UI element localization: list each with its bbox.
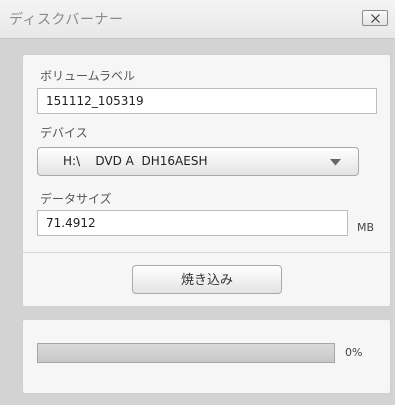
close-icon — [371, 14, 380, 23]
progress-bar — [37, 343, 335, 363]
volume-label-input[interactable] — [37, 88, 377, 114]
settings-panel: ボリュームラベル デバイス H:\ DVD A DH16AESH データサイズ … — [22, 54, 391, 307]
panel-divider — [23, 252, 390, 253]
window-title: ディスクバーナー — [9, 12, 124, 28]
device-select[interactable]: H:\ DVD A DH16AESH — [37, 147, 359, 176]
data-size-unit: MB — [357, 221, 375, 234]
progress-panel: 0% — [22, 319, 391, 394]
chevron-down-icon — [330, 159, 341, 166]
progress-percent: 0% — [345, 346, 363, 359]
data-size-caption: データサイズ — [40, 192, 112, 206]
disc-burner-window: ディスクバーナー ボリュームラベル デバイス H:\ DVD A DH16AES… — [0, 0, 395, 405]
device-caption: デバイス — [40, 126, 88, 140]
burn-button[interactable]: 焼き込み — [132, 265, 282, 294]
title-bar: ディスクバーナー — [0, 0, 395, 39]
data-size-input[interactable] — [37, 210, 348, 236]
device-selected-value: H:\ DVD A DH16AESH — [63, 154, 208, 168]
volume-label-caption: ボリュームラベル — [40, 69, 136, 83]
close-button[interactable] — [362, 10, 388, 26]
